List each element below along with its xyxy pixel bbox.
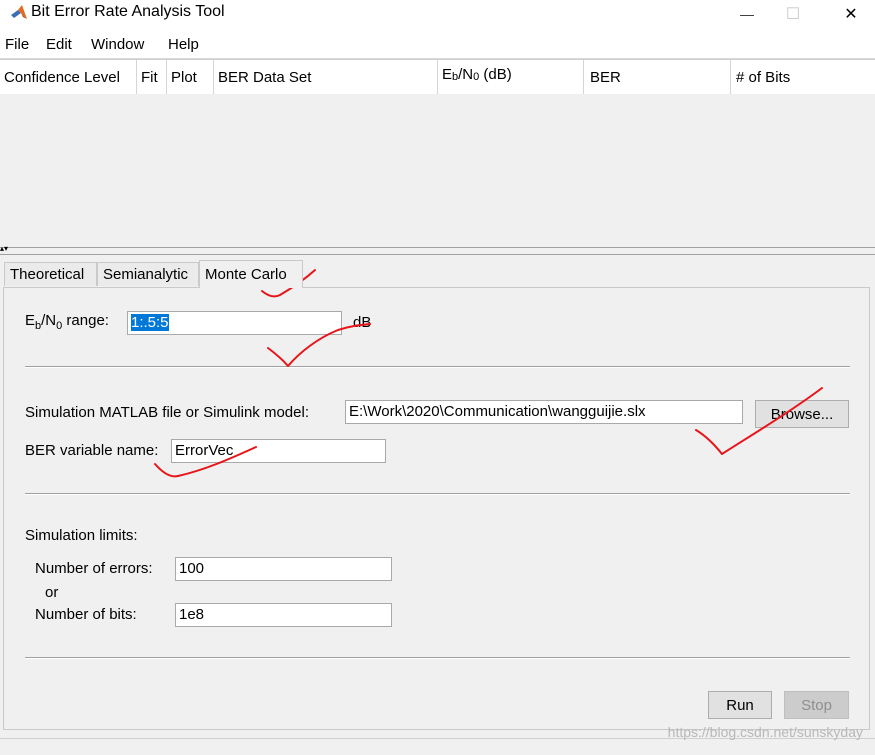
ebno-range-unit: dB bbox=[353, 314, 372, 331]
minimize-icon: — bbox=[740, 6, 754, 22]
menu-file[interactable]: File bbox=[5, 36, 29, 53]
menu-edit[interactable]: Edit bbox=[46, 36, 72, 53]
maximize-button[interactable]: ☐ bbox=[770, 2, 816, 26]
ebno-unit: (dB) bbox=[479, 66, 512, 83]
column-fit[interactable]: Fit bbox=[137, 60, 167, 94]
tab-monte-carlo[interactable]: Monte Carlo bbox=[199, 260, 303, 288]
ebno-range-label: Eb/N0 range: bbox=[25, 312, 109, 332]
ber-variable-input[interactable]: ErrorVec bbox=[171, 439, 386, 463]
simulation-model-label: Simulation MATLAB file or Simulink model… bbox=[25, 404, 309, 421]
ber-variable-label: BER variable name: bbox=[25, 442, 159, 459]
close-icon: ✕ bbox=[844, 6, 858, 23]
monte-carlo-panel bbox=[3, 287, 870, 730]
panel-splitter[interactable] bbox=[0, 247, 875, 255]
window-title: Bit Error Rate Analysis Tool bbox=[31, 3, 225, 20]
simulation-model-input[interactable]: E:\Work\2020\Communication\wangguijie.sl… bbox=[345, 400, 743, 424]
minimize-button[interactable]: — bbox=[724, 2, 770, 26]
divider bbox=[25, 366, 850, 368]
ebno-b: b bbox=[452, 71, 459, 83]
menu-window[interactable]: Window bbox=[91, 36, 144, 53]
column-plot[interactable]: Plot bbox=[167, 60, 214, 94]
tab-theoretical[interactable]: Theoretical bbox=[4, 262, 97, 286]
stop-button[interactable]: Stop bbox=[784, 691, 849, 719]
number-of-bits-input[interactable]: 1e8 bbox=[175, 603, 392, 627]
ebno-range-input[interactable]: 1:.5:5 bbox=[127, 311, 342, 335]
column-confidence-level[interactable]: Confidence Level bbox=[0, 60, 137, 94]
or-label: or bbox=[45, 584, 59, 601]
column-ber-data-set[interactable]: BER Data Set bbox=[214, 60, 438, 94]
matlab-icon bbox=[11, 5, 27, 19]
table-header: Confidence Level Fit Plot BER Data Set E… bbox=[0, 60, 875, 94]
ebno-e: E bbox=[442, 66, 453, 83]
divider bbox=[25, 657, 850, 659]
number-of-errors-label: Number of errors: bbox=[35, 560, 153, 577]
close-button[interactable]: ✕ bbox=[828, 2, 874, 26]
number-of-errors-input[interactable]: 100 bbox=[175, 557, 392, 581]
ebno-n: /N bbox=[458, 66, 474, 83]
maximize-icon: ☐ bbox=[785, 6, 801, 23]
splitter-grip-icon[interactable]: ▴▾ bbox=[0, 245, 8, 253]
title-bar: Bit Error Rate Analysis Tool — ☐ ✕ bbox=[0, 0, 875, 30]
simulation-limits-label: Simulation limits: bbox=[25, 527, 138, 544]
ebno-range-value: 1:.5:5 bbox=[131, 314, 169, 331]
browse-button[interactable]: Browse... bbox=[755, 400, 849, 428]
ebno-0: 0 bbox=[473, 71, 480, 83]
column-ebno[interactable]: Eb/N 0 (dB) bbox=[438, 60, 584, 94]
column-ber[interactable]: BER bbox=[584, 60, 731, 94]
status-bar bbox=[0, 738, 875, 755]
ber-data-table[interactable]: Confidence Level Fit Plot BER Data Set E… bbox=[0, 59, 875, 248]
menu-help[interactable]: Help bbox=[168, 36, 199, 53]
column-num-bits[interactable]: # of Bits bbox=[731, 60, 875, 94]
tab-semianalytic[interactable]: Semianalytic bbox=[97, 262, 199, 286]
menu-bar: File Edit Window Help bbox=[0, 30, 875, 59]
watermark: https://blog.csdn.net/sunskyday bbox=[667, 724, 863, 740]
divider bbox=[25, 493, 850, 495]
run-button[interactable]: Run bbox=[708, 691, 772, 719]
number-of-bits-label: Number of bits: bbox=[35, 606, 137, 623]
